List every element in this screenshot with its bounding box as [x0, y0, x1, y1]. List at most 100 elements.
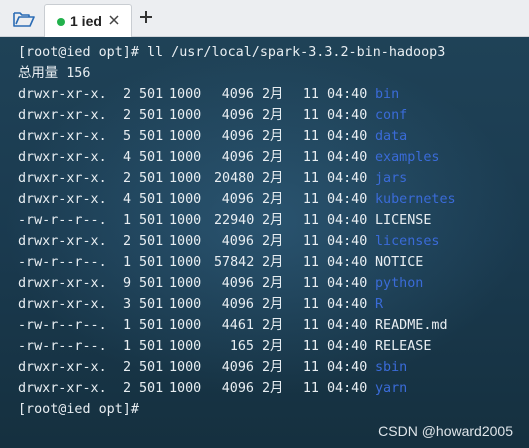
day: 11: [302, 276, 319, 291]
permissions: drwxr-xr-x.: [18, 192, 107, 207]
day: 11: [302, 255, 319, 270]
total-line: 总用量 156: [18, 66, 91, 81]
owner: 501: [139, 381, 164, 396]
listing-row: drwxr-xr-x. 5 501 1000 4096 2月 11 04:40 data: [18, 126, 407, 147]
time: 04:40: [327, 213, 368, 228]
file-size: 22940: [214, 213, 255, 228]
file-name: LICENSE: [375, 213, 432, 228]
file-size: 4096: [221, 234, 254, 249]
file-size: 4096: [221, 150, 254, 165]
command-line: [root@ied opt]# ll /usr/local/spark-3.3.…: [18, 45, 446, 60]
owner: 501: [139, 276, 164, 291]
group: 1000: [169, 381, 202, 396]
watermark: CSDN @howard2005: [378, 423, 513, 439]
group: 1000: [169, 360, 202, 375]
listing-row: drwxr-xr-x. 4 501 1000 4096 2月 11 04:40 examples: [18, 147, 440, 168]
tab-session[interactable]: 1 ied: [44, 4, 132, 37]
permissions: drwxr-xr-x.: [18, 108, 107, 123]
link-count: 2: [122, 87, 131, 102]
owner: 501: [139, 129, 164, 144]
open-folder-button[interactable]: [10, 7, 38, 31]
link-count: 1: [122, 255, 131, 270]
day: 11: [302, 108, 319, 123]
file-size: 4096: [221, 297, 254, 312]
permissions: drwxr-xr-x.: [18, 381, 107, 396]
day: 11: [302, 129, 319, 144]
permissions: drwxr-xr-x.: [18, 129, 107, 144]
month: 2月: [262, 234, 284, 249]
link-count: 2: [122, 381, 131, 396]
link-count: 1: [122, 339, 131, 354]
link-count: 1: [122, 213, 131, 228]
time: 04:40: [327, 108, 368, 123]
directory-name: R: [375, 297, 384, 312]
month: 2月: [262, 171, 284, 186]
day: 11: [302, 87, 319, 102]
listing-row: drwxr-xr-x. 2 501 1000 4096 2月 11 04:40 sbin: [18, 357, 407, 378]
time: 04:40: [327, 360, 368, 375]
owner: 501: [139, 171, 164, 186]
group: 1000: [169, 213, 202, 228]
day: 11: [302, 339, 319, 354]
month: 2月: [262, 150, 284, 165]
month: 2月: [262, 255, 284, 270]
group: 1000: [169, 150, 202, 165]
permissions: drwxr-xr-x.: [18, 276, 107, 291]
plus-icon[interactable]: [138, 9, 154, 25]
listing-row: -rw-r--r--. 1 501 1000 22940 2月 11 04:40 LICENSE: [18, 210, 431, 231]
time: 04:40: [327, 255, 368, 270]
file-size: 4096: [221, 381, 254, 396]
month: 2月: [262, 87, 284, 102]
time: 04:40: [327, 171, 368, 186]
directory-name: examples: [375, 150, 440, 165]
group: 1000: [169, 87, 202, 102]
time: 04:40: [327, 276, 368, 291]
month: 2月: [262, 108, 284, 123]
directory-name: python: [375, 276, 424, 291]
file-size: 4096: [221, 87, 254, 102]
owner: 501: [139, 297, 164, 312]
file-name: README.md: [375, 318, 448, 333]
group: 1000: [169, 108, 202, 123]
month: 2月: [262, 213, 284, 228]
month: 2月: [262, 192, 284, 207]
link-count: 1: [122, 318, 131, 333]
permissions: -rw-r--r--.: [18, 318, 107, 333]
permissions: drwxr-xr-x.: [18, 360, 107, 375]
permissions: drwxr-xr-x.: [18, 297, 107, 312]
month: 2月: [262, 129, 284, 144]
tab-bar: 1 ied: [0, 0, 529, 37]
time: 04:40: [327, 339, 368, 354]
file-name: NOTICE: [375, 255, 424, 270]
file-name: RELEASE: [375, 339, 432, 354]
file-size: 4461: [221, 318, 254, 333]
day: 11: [302, 381, 319, 396]
day: 11: [302, 297, 319, 312]
listing-row: -rw-r--r--. 1 501 1000 165 2月 11 04:40 RELEASE: [18, 336, 431, 357]
directory-name: conf: [375, 108, 408, 123]
listing-row: drwxr-xr-x. 3 501 1000 4096 2月 11 04:40 R: [18, 294, 383, 315]
listing-row: drwxr-xr-x. 2 501 1000 4096 2月 11 04:40 bin: [18, 84, 399, 105]
group: 1000: [169, 297, 202, 312]
listing-row: drwxr-xr-x. 2 501 1000 20480 2月 11 04:40 jars: [18, 168, 407, 189]
day: 11: [302, 192, 319, 207]
permissions: drwxr-xr-x.: [18, 87, 107, 102]
owner: 501: [139, 360, 164, 375]
time: 04:40: [327, 381, 368, 396]
owner: 501: [139, 255, 164, 270]
file-size: 4096: [221, 108, 254, 123]
connected-status-icon: [57, 18, 65, 26]
file-size: 4096: [221, 360, 254, 375]
link-count: 2: [122, 171, 131, 186]
close-icon[interactable]: [107, 13, 121, 27]
time: 04:40: [327, 150, 368, 165]
permissions: -rw-r--r--.: [18, 213, 107, 228]
group: 1000: [169, 318, 202, 333]
terminal-output[interactable]: [root@ied opt]# ll /usr/local/spark-3.3.…: [0, 37, 529, 448]
group: 1000: [169, 276, 202, 291]
owner: 501: [139, 192, 164, 207]
link-count: 4: [122, 150, 131, 165]
link-count: 4: [122, 192, 131, 207]
time: 04:40: [327, 234, 368, 249]
permissions: -rw-r--r--.: [18, 339, 107, 354]
